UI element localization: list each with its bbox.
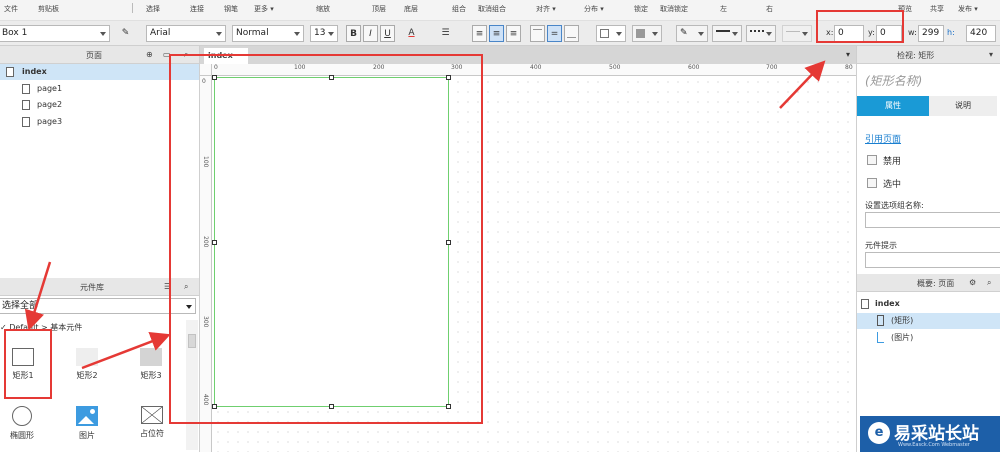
watermark-logo: e 易采站长站 Www.Easck.Com Webmaster: [860, 416, 1000, 452]
arrow-to-xy: [779, 60, 826, 109]
arrow-to-canvas: [81, 331, 171, 370]
annotation-arrows: [24, 60, 826, 370]
watermark-text: 易采站长站: [894, 424, 979, 444]
watermark-sub: Www.Easck.Com Webmaster: [898, 442, 970, 448]
arrow-to-widget: [24, 261, 52, 331]
logo-icon: e: [868, 422, 890, 444]
